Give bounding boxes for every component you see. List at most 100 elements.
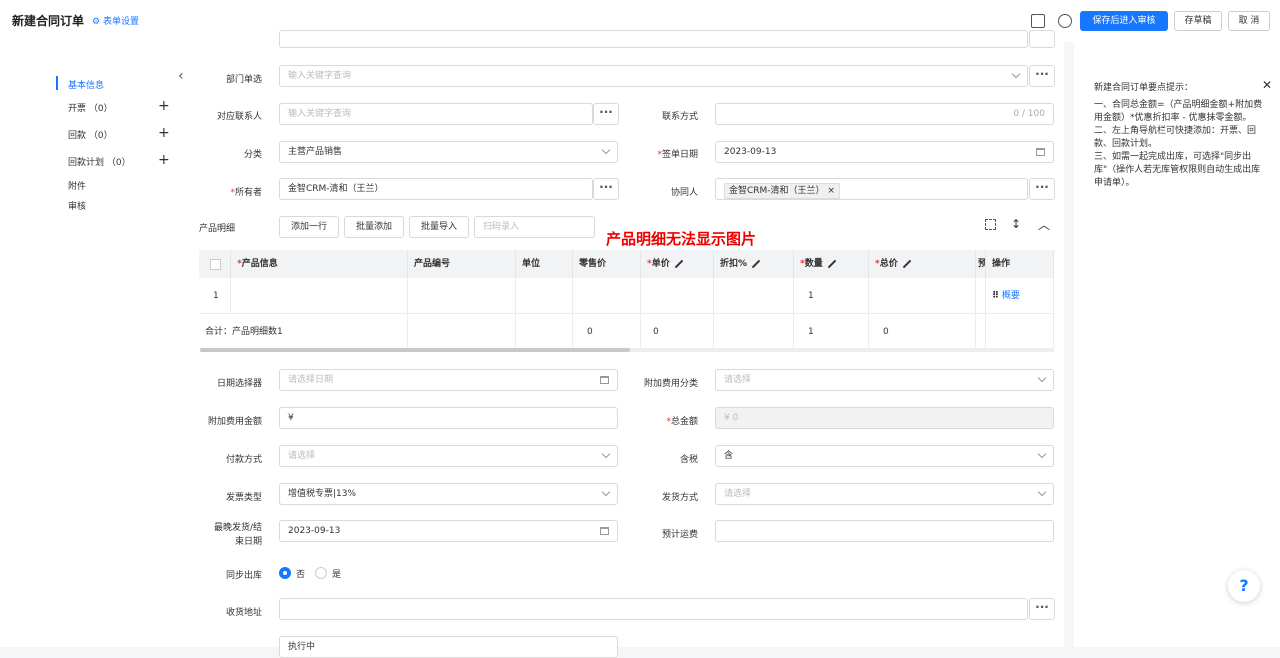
batch-add-button[interactable]: 批量添加	[344, 216, 404, 238]
address-input[interactable]	[279, 598, 1028, 620]
extra-fee-cat-placeholder: 请选择	[724, 375, 752, 385]
close-icon[interactable]: ✕	[1262, 78, 1272, 92]
edit-icon[interactable]	[827, 259, 836, 268]
owner-value: 金智CRM-清和（王兰）	[288, 184, 384, 194]
col-action-label: 操作	[992, 259, 1011, 269]
col-unit[interactable]: 单位	[516, 250, 573, 278]
sign-date-picker[interactable]: 2023-09-13	[715, 141, 1054, 163]
contact-input[interactable]: 输入关键字查询	[279, 103, 593, 125]
col-product-info[interactable]: *产品信息	[231, 250, 408, 278]
owner-more-button[interactable]: ···	[593, 178, 619, 200]
contact-placeholder: 输入关键字查询	[288, 109, 352, 119]
add-payment-plan-icon[interactable]: +	[158, 152, 170, 168]
save-draft-button[interactable]: 存草稿	[1174, 11, 1222, 31]
play-icon[interactable]	[1058, 14, 1072, 28]
help-icon[interactable]: ?	[1228, 570, 1260, 602]
collab-tag[interactable]: 金智CRM-清和（王兰） ×	[724, 183, 840, 199]
sync-yes-radio[interactable]	[315, 567, 327, 579]
col-product-code[interactable]: 产品编号	[408, 250, 516, 278]
expand-height-icon[interactable]: ↕	[1011, 217, 1021, 231]
cut-off-more-button[interactable]	[1029, 30, 1055, 48]
collapse-section-icon[interactable]: ︿	[1038, 216, 1050, 233]
nav-item-payment-plan[interactable]: 回款计划 （0）	[68, 155, 131, 168]
extra-fee-cat-select[interactable]: 请选择	[715, 369, 1054, 391]
cancel-button[interactable]: 取 消	[1228, 11, 1270, 31]
nav-item-invoice[interactable]: 开票 （0）	[68, 101, 113, 114]
sign-date-label: *签单日期	[657, 150, 698, 160]
scan-input[interactable]: 扫码录入	[474, 216, 595, 238]
freight-input[interactable]	[715, 520, 1054, 542]
row-quantity[interactable]: 1	[794, 278, 869, 314]
collab-tag-text: 金智CRM-清和（王兰）	[729, 186, 825, 196]
contact-more-button[interactable]: ···	[593, 103, 619, 125]
category-value: 主营产品销售	[288, 147, 343, 157]
collab-more-button[interactable]: ···	[1029, 178, 1055, 200]
monitor-icon[interactable]	[1031, 14, 1045, 28]
row-unit	[516, 278, 573, 314]
add-invoice-icon[interactable]: +	[158, 98, 170, 114]
dept-select[interactable]: 输入关键字查询	[279, 65, 1028, 87]
cut-off-field[interactable]	[279, 30, 1028, 48]
col-unit-price[interactable]: *单价	[641, 250, 714, 278]
add-row-button[interactable]: 添加一行	[279, 216, 339, 238]
row-discount[interactable]	[714, 278, 794, 314]
address-more-button[interactable]: ···	[1029, 598, 1055, 620]
sync-no-radio[interactable]	[279, 567, 291, 579]
save-submit-button[interactable]: 保存后进入审核	[1080, 11, 1168, 31]
latest-ship-date-picker[interactable]: 2023-09-13	[279, 520, 618, 542]
table-scrollbar[interactable]	[200, 348, 630, 352]
col-product-code-label: 产品编号	[414, 259, 451, 269]
chevron-down-icon	[601, 145, 611, 155]
col-retail-price[interactable]: 零售价	[573, 250, 641, 278]
invoice-type-select[interactable]: 增值税专票|13%	[279, 483, 618, 505]
address-label: 收货地址	[225, 608, 262, 618]
edit-icon[interactable]	[902, 259, 911, 268]
select-all-checkbox[interactable]	[210, 259, 221, 270]
sign-date-value: 2023-09-13	[724, 147, 777, 157]
total-amount-value: ¥ 0	[724, 413, 739, 423]
nav-item-attachment[interactable]: 附件	[68, 179, 86, 192]
latest-ship-label-line2: 束日期	[234, 537, 262, 547]
row-summary-link[interactable]: 概要	[1002, 291, 1020, 301]
total-retail: 0	[573, 314, 641, 350]
calendar-icon	[600, 527, 609, 535]
drag-handle-icon[interactable]: ⠿	[992, 291, 999, 301]
nav-item-basic[interactable]: 基本信息	[68, 78, 104, 91]
collab-input[interactable]: 金智CRM-清和（王兰） ×	[715, 178, 1028, 200]
category-select[interactable]: 主营产品销售	[279, 141, 618, 163]
batch-import-button[interactable]: 批量导入	[409, 216, 469, 238]
phone-counter: 0 / 100	[1013, 109, 1045, 119]
fullscreen-icon[interactable]	[985, 219, 996, 230]
tax-select[interactable]: 含	[715, 445, 1054, 467]
nav-item-payment[interactable]: 回款 （0）	[68, 128, 113, 141]
col-quantity[interactable]: *数量	[794, 250, 869, 278]
tips-line-2: 二、左上角导航栏可快捷添加：开票、回款、回款计划。	[1094, 126, 1257, 149]
row-retail	[573, 278, 641, 314]
row-product-info[interactable]	[231, 278, 408, 314]
status-select[interactable]: 执行中	[279, 636, 618, 658]
add-payment-icon[interactable]: +	[158, 125, 170, 141]
invoice-type-value: 增值税专票|13%	[288, 489, 357, 499]
select-all-cell	[199, 250, 231, 278]
date-picker-input[interactable]: 请选择日期	[279, 369, 618, 391]
row-index: 1	[199, 278, 231, 314]
tips-line-3: 三、如需一起完成出库，可选择"同步出库"（操作人若无库管权限则自动生成出库申请单…	[1094, 152, 1261, 188]
edit-icon[interactable]	[751, 259, 761, 268]
extra-fee-amt-input[interactable]: ¥	[279, 407, 618, 429]
collab-label: 协同人	[670, 188, 698, 198]
phone-input[interactable]: 0 / 100	[715, 103, 1054, 125]
collapse-nav-icon[interactable]: ‹	[178, 68, 184, 84]
payment-select[interactable]: 请选择	[279, 445, 618, 467]
col-total-price[interactable]: *总价	[869, 250, 976, 278]
total-action	[986, 314, 1054, 350]
nav-item-review[interactable]: 审核	[68, 199, 86, 212]
owner-input[interactable]: 金智CRM-清和（王兰）	[279, 178, 593, 200]
edit-icon[interactable]	[674, 259, 683, 268]
row-price[interactable]	[641, 278, 714, 314]
col-discount[interactable]: 折扣%	[714, 250, 794, 278]
dept-more-button[interactable]: ···	[1029, 65, 1055, 87]
latest-ship-value: 2023-09-13	[288, 526, 341, 536]
ship-method-select[interactable]: 请选择	[715, 483, 1054, 505]
tax-value: 含	[724, 451, 734, 461]
form-settings-link[interactable]: ⚙ 表单设置	[92, 14, 139, 27]
